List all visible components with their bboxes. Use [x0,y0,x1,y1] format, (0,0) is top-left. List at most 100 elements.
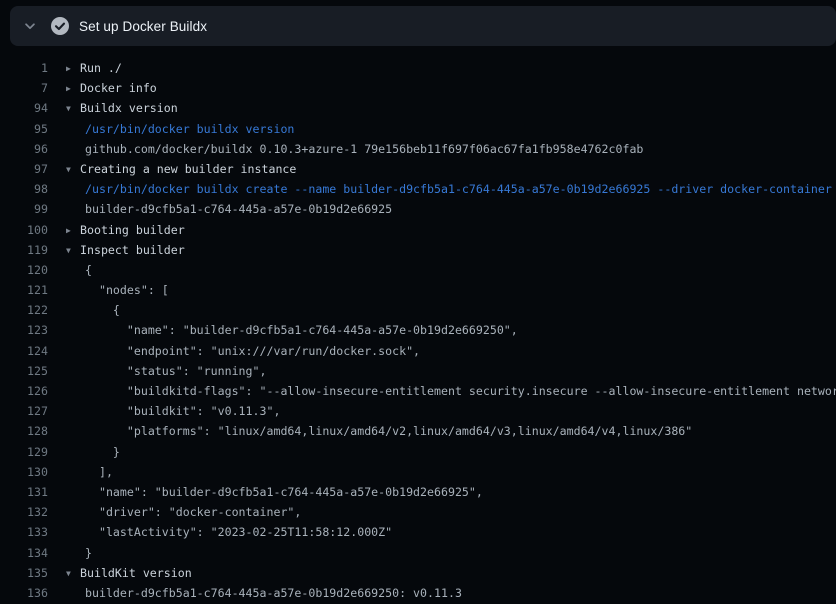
log-line-text: ], [85,462,113,482]
log-line-text: "lastActivity": "2023-02-25T11:58:12.000… [85,522,392,542]
line-number[interactable]: 134 [0,543,48,563]
line-number[interactable]: 130 [0,462,48,482]
log-line-text[interactable]: ▶Booting builder [66,220,185,240]
log-line-text: "nodes": [ [85,280,169,300]
log-row: 99 builder-d9cfb5a1-c764-445a-a57e-0b19d… [0,199,836,219]
group-arrow-expanded-icon[interactable]: ▼ [66,241,80,260]
log-row: 122 { [0,300,836,320]
step-header[interactable]: Set up Docker Buildx [10,6,836,46]
group-arrow-expanded-icon[interactable]: ▼ [66,99,80,118]
log-line-text: github.com/docker/buildx 0.10.3+azure-1 … [85,139,643,159]
log-row[interactable]: 94 ▼Buildx version [0,98,836,118]
line-number[interactable]: 99 [0,199,48,219]
log-row: 136 builder-d9cfb5a1-c764-445a-a57e-0b19… [0,583,836,603]
log-row: 130 ], [0,462,836,482]
line-number[interactable]: 7 [0,78,48,98]
line-number[interactable]: 133 [0,522,48,542]
line-number[interactable]: 127 [0,401,48,421]
log-row[interactable]: 7 ▶Docker info [0,78,836,98]
group-title[interactable]: Run ./ [80,61,122,75]
log-row: 132 "driver": "docker-container", [0,502,836,522]
group-arrow-expanded-icon[interactable]: ▼ [66,160,80,179]
group-title[interactable]: Buildx version [80,101,178,115]
check-circle-icon [50,16,70,36]
log-line-text: builder-d9cfb5a1-c764-445a-a57e-0b19d2e6… [85,583,462,603]
line-number[interactable]: 124 [0,341,48,361]
chevron-down-icon[interactable] [22,18,38,34]
line-number[interactable]: 120 [0,260,48,280]
log-row: 95 /usr/bin/docker buildx version [0,119,836,139]
log-row: 128 "platforms": "linux/amd64,linux/amd6… [0,421,836,441]
log-line-text[interactable]: ▶Docker info [66,78,157,98]
log-line-text: builder-d9cfb5a1-c764-445a-a57e-0b19d2e6… [85,199,392,219]
log-viewer: Set up Docker Buildx 1 ▶Run ./ 7 ▶Docker… [0,0,836,604]
log-row: 126 "buildkitd-flags": "--allow-insecure… [0,381,836,401]
line-number[interactable]: 97 [0,159,48,179]
log-area: 1 ▶Run ./ 7 ▶Docker info 94 ▼Buildx vers… [0,46,836,604]
line-number[interactable]: 129 [0,442,48,462]
log-line-text: "status": "running", [85,361,266,381]
log-line-text: "driver": "docker-container", [85,502,301,522]
log-line-text[interactable]: ▼Buildx version [66,98,178,118]
log-row: 120 { [0,260,836,280]
group-arrow-collapsed-icon[interactable]: ▶ [66,221,80,240]
line-number[interactable]: 98 [0,179,48,199]
log-line-text: /usr/bin/docker buildx create --name bui… [85,179,832,199]
line-number[interactable]: 119 [0,240,48,260]
line-number[interactable]: 128 [0,421,48,441]
log-row: 134 } [0,543,836,563]
group-title[interactable]: Creating a new builder instance [80,162,296,176]
step-title: Set up Docker Buildx [79,19,207,34]
line-number[interactable]: 96 [0,139,48,159]
line-number[interactable]: 123 [0,320,48,340]
log-line-text: { [85,260,92,280]
line-number[interactable]: 95 [0,119,48,139]
log-row: 124 "endpoint": "unix:///var/run/docker.… [0,341,836,361]
line-number[interactable]: 132 [0,502,48,522]
log-row[interactable]: 135 ▼BuildKit version [0,563,836,583]
line-number[interactable]: 131 [0,482,48,502]
group-title[interactable]: Inspect builder [80,243,185,257]
log-row: 123 "name": "builder-d9cfb5a1-c764-445a-… [0,320,836,340]
log-line-text[interactable]: ▼BuildKit version [66,563,192,583]
log-line-text: "buildkitd-flags": "--allow-insecure-ent… [85,381,836,401]
log-row[interactable]: 100 ▶Booting builder [0,220,836,240]
line-number[interactable]: 100 [0,220,48,240]
line-number[interactable]: 121 [0,280,48,300]
log-row: 98 /usr/bin/docker buildx create --name … [0,179,836,199]
log-line-text: } [85,442,120,462]
log-row: 131 "name": "builder-d9cfb5a1-c764-445a-… [0,482,836,502]
log-row: 127 "buildkit": "v0.11.3", [0,401,836,421]
log-line-text: "platforms": "linux/amd64,linux/amd64/v2… [85,421,692,441]
log-line-text: "endpoint": "unix:///var/run/docker.sock… [85,341,420,361]
line-number[interactable]: 125 [0,361,48,381]
line-number[interactable]: 135 [0,563,48,583]
log-row: 133 "lastActivity": "2023-02-25T11:58:12… [0,522,836,542]
line-number[interactable]: 1 [0,58,48,78]
line-number[interactable]: 126 [0,381,48,401]
log-line-text: } [85,543,92,563]
group-arrow-collapsed-icon[interactable]: ▶ [66,59,80,78]
group-title[interactable]: Booting builder [80,223,185,237]
log-row: 129 } [0,442,836,462]
log-line-text: "name": "builder-d9cfb5a1-c764-445a-a57e… [85,482,483,502]
line-number[interactable]: 94 [0,98,48,118]
group-title[interactable]: BuildKit version [80,566,192,580]
log-line-text[interactable]: ▶Run ./ [66,58,122,78]
log-row: 96 github.com/docker/buildx 0.10.3+azure… [0,139,836,159]
group-title[interactable]: Docker info [80,81,157,95]
log-line-text[interactable]: ▼Inspect builder [66,240,185,260]
group-arrow-expanded-icon[interactable]: ▼ [66,564,80,583]
line-number[interactable]: 136 [0,583,48,603]
log-row[interactable]: 1 ▶Run ./ [0,58,836,78]
log-line-text: /usr/bin/docker buildx version [85,119,294,139]
log-line-text: { [85,300,120,320]
log-line-text: "name": "builder-d9cfb5a1-c764-445a-a57e… [85,320,518,340]
log-line-text: "buildkit": "v0.11.3", [85,401,280,421]
log-line-text[interactable]: ▼Creating a new builder instance [66,159,296,179]
group-arrow-collapsed-icon[interactable]: ▶ [66,79,80,98]
log-row[interactable]: 97 ▼Creating a new builder instance [0,159,836,179]
log-row[interactable]: 119 ▼Inspect builder [0,240,836,260]
log-row: 121 "nodes": [ [0,280,836,300]
line-number[interactable]: 122 [0,300,48,320]
